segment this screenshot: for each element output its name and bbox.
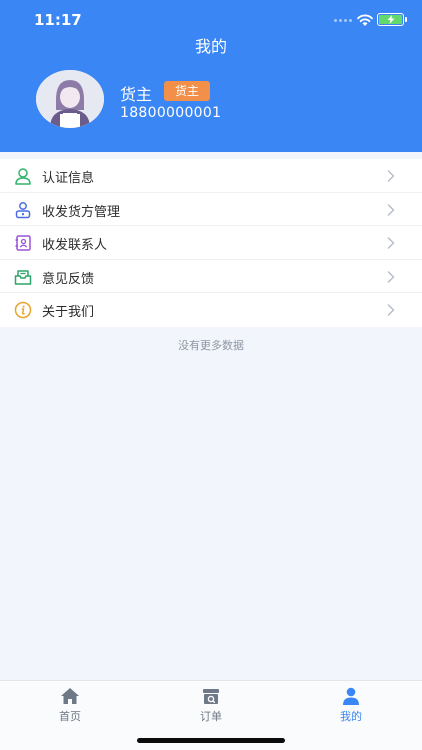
menu-item-label: 意见反馈 — [42, 271, 95, 287]
contacts-book-icon — [15, 235, 31, 251]
tab-home[interactable]: 首页 — [0, 681, 140, 729]
tab-label: 我的 — [340, 710, 362, 723]
home-indicator[interactable] — [137, 738, 285, 743]
tab-orders[interactable]: 订单 — [141, 681, 281, 729]
tab-label: 首页 — [59, 710, 81, 723]
tab-label: 订单 — [200, 710, 222, 723]
profile-header: 11:17 我的 货主 货主 18800000001 — [0, 0, 422, 152]
menu-item-label: 收发货方管理 — [42, 204, 121, 220]
page-title: 我的 — [194, 37, 227, 56]
chevron-right-icon — [387, 304, 395, 317]
role-badge: 货主 — [164, 81, 210, 101]
menu-item-about[interactable]: 关于我们 — [0, 293, 422, 327]
phone-number: 18800000001 — [120, 105, 222, 121]
menu-item-party-management[interactable]: 收发货方管理 — [0, 193, 422, 227]
avatar-portrait-icon — [36, 70, 104, 128]
tab-profile[interactable]: 我的 — [281, 681, 421, 729]
settings-menu: 认证信息 收发货方管理 收发联系人 意见反馈 关于我们 — [0, 159, 422, 327]
info-icon — [14, 302, 32, 319]
chevron-right-icon — [387, 170, 395, 182]
cellular-signal-icon — [334, 19, 352, 22]
user-management-icon — [15, 201, 31, 218]
avatar[interactable] — [36, 70, 104, 128]
menu-item-contacts[interactable]: 收发联系人 — [0, 226, 422, 260]
menu-item-feedback[interactable]: 意见反馈 — [0, 260, 422, 294]
no-more-data-text: 没有更多数据 — [178, 339, 244, 352]
home-icon — [61, 688, 79, 704]
menu-item-label: 收发联系人 — [42, 238, 108, 254]
status-time: 11:17 — [34, 11, 82, 29]
person-icon — [15, 168, 31, 185]
user-name: 货主 — [120, 85, 153, 104]
chevron-right-icon — [387, 203, 395, 216]
chevron-right-icon — [387, 237, 395, 249]
wifi-icon — [357, 14, 373, 26]
menu-item-label: 认证信息 — [42, 171, 95, 186]
battery-icon — [377, 13, 404, 26]
order-box-icon — [203, 689, 219, 704]
chevron-right-icon — [387, 271, 395, 283]
profile-icon — [343, 687, 359, 705]
menu-item-certification[interactable]: 认证信息 — [0, 159, 422, 193]
feedback-inbox-icon — [14, 270, 32, 285]
battery-tip — [405, 17, 407, 22]
menu-item-label: 关于我们 — [42, 305, 95, 321]
